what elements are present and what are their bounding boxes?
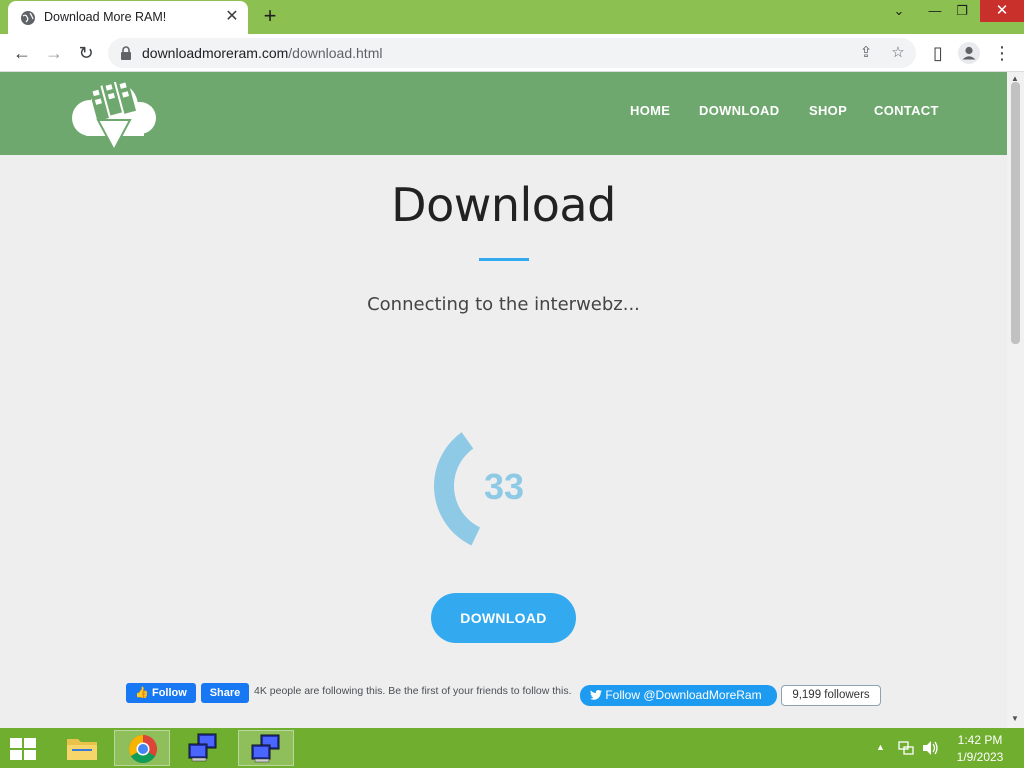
show-hidden-icons-chevron-icon[interactable]: ▲ — [876, 742, 885, 752]
progress-value: 33 — [483, 466, 525, 507]
volume-icon[interactable] — [922, 740, 940, 756]
facebook-follow-label: Follow — [151, 687, 187, 699]
forward-button[interactable]: → — [40, 39, 68, 67]
close-window-button[interactable]: ✕ — [980, 0, 1024, 22]
tab-search-icon[interactable]: ⌄ — [884, 0, 914, 24]
profile-avatar-icon[interactable] — [958, 42, 980, 64]
lock-icon — [121, 46, 131, 60]
clock-date[interactable]: 1/9/2023 — [950, 750, 1010, 764]
browser-tab[interactable]: Download More RAM! ✕ — [8, 1, 248, 34]
scrollbar-thumb[interactable] — [1011, 82, 1020, 344]
tab-title: Download More RAM! — [44, 10, 167, 24]
address-bar[interactable]: downloadmoreram.com/download.html ⇪ ☆ — [108, 38, 916, 68]
network-app-taskbar-button-1[interactable] — [176, 730, 232, 766]
nav-home-link[interactable]: HOME — [630, 103, 670, 118]
scroll-down-arrow-icon[interactable]: ▼ — [1011, 714, 1019, 723]
clock-time[interactable]: 1:42 PM — [950, 733, 1010, 747]
facebook-follow-button[interactable]: 👍 Follow — [126, 683, 196, 703]
twitter-follow-button[interactable]: Follow @DownloadMoreRam — [580, 685, 777, 706]
browser-toolbar: ← → ↻ downloadmoreram.com/download.html … — [0, 34, 1024, 72]
page-scrollbar[interactable]: ▲ ▼ — [1007, 72, 1024, 728]
reload-button[interactable]: ↻ — [72, 39, 100, 67]
chrome-taskbar-button[interactable] — [114, 730, 170, 766]
network-computers-icon — [188, 733, 217, 762]
nav-shop-link[interactable]: SHOP — [809, 103, 847, 118]
ram-cloud-download-logo[interactable] — [68, 76, 160, 152]
url-path: /download.html — [288, 45, 383, 61]
globe-icon — [21, 11, 35, 25]
thumbs-up-icon: 👍 — [135, 687, 149, 699]
share-icon[interactable]: ⇪ — [856, 43, 876, 63]
network-computers-icon — [251, 734, 280, 763]
page-title: Download — [391, 178, 616, 232]
facebook-share-button[interactable]: Share — [201, 683, 249, 703]
back-button[interactable]: ← — [8, 39, 36, 67]
restore-button[interactable]: ❐ — [947, 0, 977, 24]
side-panel-icon[interactable]: ▯ — [924, 39, 952, 67]
download-button[interactable]: DOWNLOAD — [431, 593, 576, 643]
windows-start-icon[interactable] — [8, 737, 38, 761]
network-app-taskbar-button-2[interactable] — [238, 730, 294, 766]
connection-status-text: Connecting to the interwebz... — [367, 294, 640, 315]
site-header: HOME DOWNLOAD SHOP CONTACT — [0, 72, 1007, 155]
facebook-follow-text: 4K people are following this. Be the fir… — [254, 685, 572, 697]
file-explorer-taskbar-button[interactable] — [54, 730, 110, 766]
tab-close-icon[interactable]: ✕ — [222, 7, 242, 27]
twitter-follow-label: Follow @DownloadMoreRam — [605, 688, 762, 702]
url-host: downloadmoreram.com — [142, 45, 289, 61]
twitter-followers-count[interactable]: 9,199 followers — [781, 685, 881, 706]
url-text: downloadmoreram.com/download.html — [142, 45, 382, 61]
new-tab-button[interactable]: + — [258, 5, 282, 29]
browser-menu-icon[interactable]: ⋮ — [988, 39, 1016, 67]
nav-contact-link[interactable]: CONTACT — [874, 103, 939, 118]
browser-titlebar: Download More RAM! ✕ + ⌄ — ❐ ✕ — [0, 0, 1024, 34]
twitter-bird-icon — [590, 689, 602, 700]
nav-download-link[interactable]: DOWNLOAD — [699, 103, 779, 118]
title-underline — [479, 258, 529, 261]
web-page: HOME DOWNLOAD SHOP CONTACT Download Conn… — [0, 72, 1007, 728]
bookmark-star-icon[interactable]: ☆ — [888, 43, 908, 63]
minimize-button[interactable]: — — [920, 0, 950, 24]
taskbar: ▲ 1:42 PM 1/9/2023 — [0, 728, 1024, 768]
chrome-icon — [129, 735, 157, 763]
folder-icon — [67, 739, 97, 760]
network-status-icon[interactable] — [898, 740, 914, 756]
